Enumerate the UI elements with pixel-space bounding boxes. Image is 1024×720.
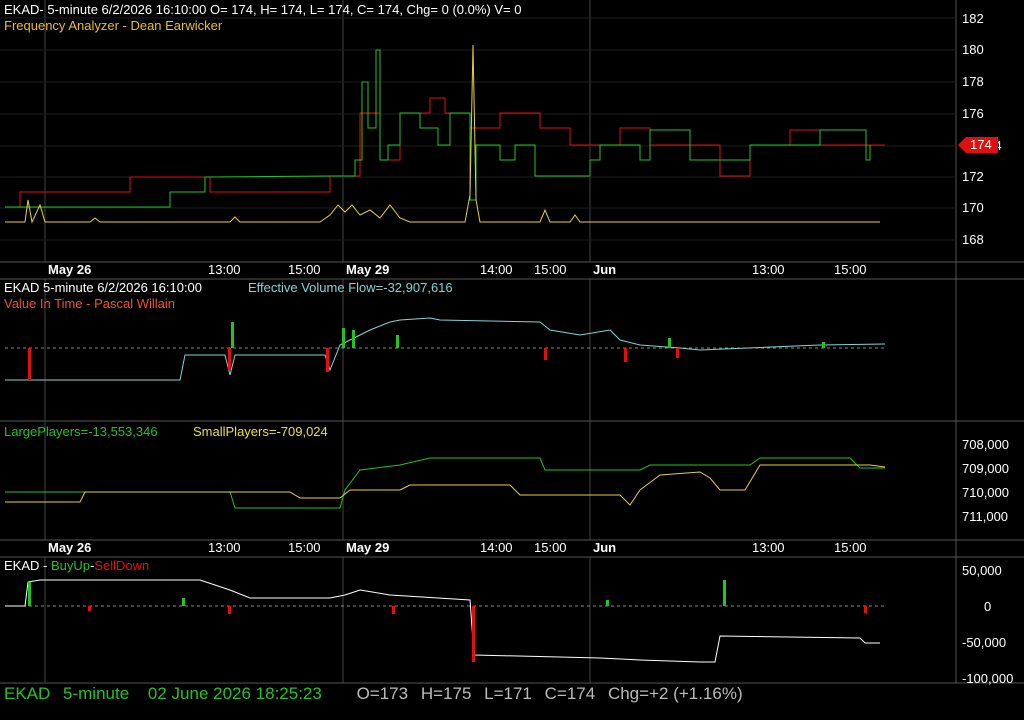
legend-selldown: SellDown [94, 558, 150, 573]
effective-volume-flow-line [5, 317, 886, 381]
date-label: 13:00 [752, 262, 785, 277]
time-axis-bottom: May 26 13:00 15:00 May 29 14:00 15:00 Ju… [0, 540, 956, 557]
value-bar-red [624, 348, 627, 362]
small-players-line [5, 464, 886, 506]
buy-bar [182, 598, 185, 606]
value-bar-green [668, 338, 671, 348]
status-change: Chg=+2 (+1.16%) [607, 684, 743, 703]
last-price-marker: 174 [958, 137, 998, 153]
sell-bar [472, 606, 475, 662]
status-ticker: EKAD [4, 684, 51, 703]
y-tick: -100,000 [962, 671, 1014, 686]
y-tick: 180 [962, 42, 984, 57]
date-label: 13:00 [208, 540, 241, 555]
date-label: May 29 [346, 262, 390, 277]
large-players-line [5, 457, 885, 509]
y-tick: 172 [962, 169, 984, 184]
date-label: May 29 [346, 540, 390, 555]
chart-canvas[interactable] [0, 0, 1024, 720]
buy-bar [28, 582, 31, 606]
buyup-selldown-line [5, 579, 880, 663]
y-tick: 182 [962, 11, 984, 26]
date-label: 15:00 [534, 262, 567, 277]
value-bar-green [352, 330, 355, 348]
value-bar-red [544, 348, 547, 360]
date-label: 15:00 [288, 262, 321, 277]
buysell-y-axis[interactable]: 50,000 0 -50,000 -100,000 [956, 557, 1024, 686]
y-tick: 176 [962, 106, 984, 121]
status-close: C=174 [544, 684, 596, 703]
legend-ticker: EKAD - [4, 558, 48, 573]
value-bar-green [396, 335, 399, 348]
buy-bar [606, 600, 609, 606]
value-bar-red [676, 348, 679, 358]
date-label: 13:00 [208, 262, 241, 277]
value-in-time-label: Value In Time - Pascal Willain [4, 296, 175, 311]
status-low: L=171 [484, 684, 532, 703]
y-tick: 170 [962, 200, 984, 215]
date-label: 15:00 [834, 540, 867, 555]
value-bar-green [822, 342, 825, 348]
time-axis-top: May 26 13:00 15:00 May 29 14:00 15:00 Ju… [0, 262, 956, 279]
sell-bar [228, 606, 231, 614]
status-datetime: 02 June 2026 18:25:23 [147, 684, 322, 703]
buy-bar [723, 580, 726, 606]
sell-bar [392, 606, 395, 614]
price-pane-header: EKAD- 5-minute 6/2/2026 16:10:00 O= 174,… [4, 2, 522, 17]
price-green-series [5, 49, 871, 208]
value-bar-green [231, 322, 234, 348]
buyup-selldown-legend: EKAD - BuyUp-SellDown [4, 558, 149, 573]
sell-bar [88, 606, 91, 611]
date-label: 14:00 [480, 262, 513, 277]
effective-volume-flow-label: Effective Volume Flow=-32,907,616 [248, 280, 453, 295]
value-bar-red [228, 348, 231, 370]
value-bar-red [326, 348, 329, 372]
date-label: 15:00 [834, 262, 867, 277]
y-tick: 168 [962, 232, 984, 247]
value-bar-red [28, 348, 31, 380]
status-high: H=175 [420, 684, 472, 703]
status-open: O=173 [356, 684, 409, 703]
last-price-value: 174 [970, 137, 992, 152]
y-tick: -50,000 [962, 635, 1007, 650]
date-label: May 26 [48, 540, 92, 555]
y-tick: 708,000 [962, 437, 1009, 452]
y-tick: 711,000 [962, 509, 1009, 524]
y-tick: 710,000 [962, 485, 1009, 500]
y-tick: 178 [962, 74, 984, 89]
legend-buyup: BuyUp [50, 558, 90, 573]
status-bar: EKAD 5-minute 02 June 2026 18:25:23 O=17… [4, 684, 743, 704]
players-y-axis[interactable]: 708,000 709,000 710,000 711,000 [956, 422, 1024, 540]
y-tick: 709,000 [962, 461, 1009, 476]
large-players-label: LargePlayers=-13,553,346 [4, 424, 158, 439]
date-label: 15:00 [288, 540, 321, 555]
sell-bar [864, 606, 867, 613]
date-label: Jun [593, 540, 617, 555]
frequency-analyzer-line [5, 44, 880, 224]
date-label: Jun [593, 262, 617, 277]
small-players-label: SmallPlayers=-709,024 [193, 424, 328, 439]
price-y-axis[interactable]: 182 180 178 176 174 172 170 168 [956, 0, 1024, 262]
evf-pane-title: EKAD 5-minute 6/2/2026 16:10:00 [4, 280, 203, 295]
date-label: 15:00 [534, 540, 567, 555]
frequency-analyzer-label: Frequency Analyzer - Dean Earwicker [4, 18, 223, 33]
y-tick: 0 [984, 599, 992, 614]
y-tick: 50,000 [962, 563, 1002, 578]
date-label: 13:00 [752, 540, 785, 555]
status-interval: 5-minute [63, 684, 130, 703]
value-bar-green [342, 328, 345, 348]
date-label: 14:00 [480, 540, 513, 555]
date-label: May 26 [48, 262, 92, 277]
